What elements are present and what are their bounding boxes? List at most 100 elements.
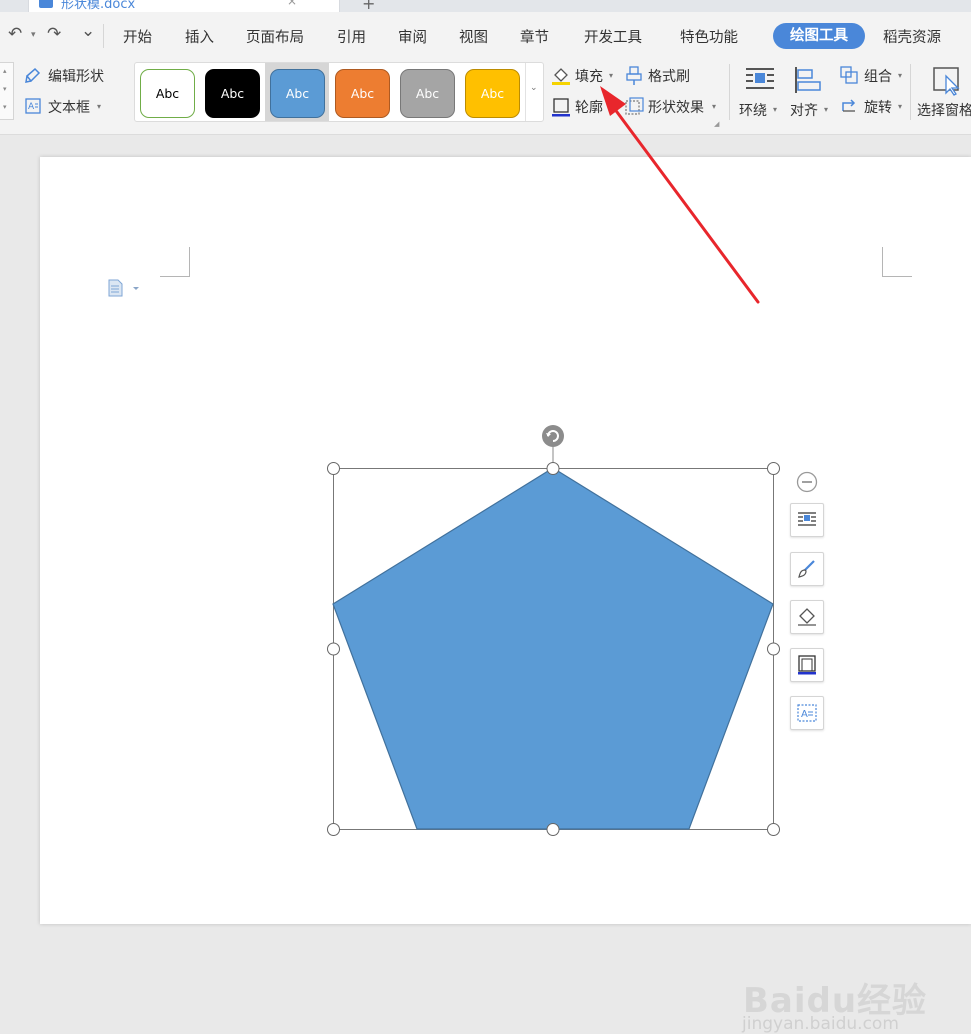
undo-icon[interactable]: ↶ [8,24,22,44]
textbox-icon: A [797,704,817,722]
tab-home[interactable]: 开始 [123,26,152,47]
scroll-up-icon[interactable]: ▴ [3,67,7,75]
text-box-label: 文本框 [48,100,90,116]
rotate-handle[interactable] [542,425,564,447]
selection-pane-button[interactable]: 选择窗格 [916,64,971,124]
resize-handle-top-right[interactable] [767,462,780,475]
ribbon-divider [910,64,911,120]
dialog-launcher-icon[interactable]: ◢ [714,120,719,128]
layout-options-button[interactable] [790,503,824,537]
scroll-down-icon[interactable]: ▾ [3,85,7,93]
rotate-icon [842,99,856,112]
document-tab[interactable]: 形状模.docx × [28,0,340,12]
resize-handle-left[interactable] [327,642,340,656]
gallery-expand-button[interactable]: ⌄ [525,63,543,121]
svg-text:A: A [28,102,35,112]
text-box-options-button[interactable]: A [790,696,824,730]
ribbon-toolbar: ▴ ▾ ▾ 编辑形状 ▾ A 文本框 ▾ Abc Abc Abc Abc Abc… [0,60,971,135]
new-tab-icon[interactable]: + [362,0,375,12]
shape-style-button[interactable] [790,552,824,586]
tab-view[interactable]: 视图 [459,26,488,47]
close-tab-icon[interactable]: × [287,0,297,8]
ribbon-divider [729,64,730,120]
style-swatch-gold[interactable]: Abc [465,69,520,118]
wrap-label: 环绕 [739,103,767,119]
resize-handle-right[interactable] [767,642,780,656]
fill-label: 填充 [575,69,603,85]
gallery-expand-icon: ⌄ [530,83,538,93]
brush-icon [798,560,815,578]
tab-docer-resources[interactable]: 稻壳资源 [883,26,941,47]
wrap-caret-icon: ▾ [773,105,778,114]
word-doc-icon [39,0,53,8]
ribbon-menu-bar: ↶ ▾ ↷ ⌄ 开始 插入 页面布局 引用 审阅 视图 章节 开发工具 特色功能… [0,12,971,60]
wrap-button[interactable]: 环绕 ▾ [737,64,783,124]
format-painter-label: 格式刷 [648,69,690,85]
group-icon [840,66,858,84]
margin-corner-top-right [882,247,912,277]
tab-review[interactable]: 审阅 [398,26,427,47]
outline-icon [798,655,816,675]
align-icon [795,67,821,93]
group-caret-icon: ▾ [898,71,903,80]
shape-fill-button[interactable] [790,600,824,634]
menu-divider [103,24,104,48]
align-caret-icon: ▾ [824,105,829,114]
rotate-caret-icon: ▾ [898,102,903,111]
redo-icon[interactable]: ↷ [47,24,61,44]
resize-handle-bottom-right[interactable] [767,823,780,836]
shape-effects-icon [625,97,644,115]
paragraph-layout-icon[interactable] [108,279,142,297]
undo-caret-icon[interactable]: ▾ [31,30,36,40]
resize-handle-bottom-left[interactable] [327,823,340,836]
shape-style-gallery: Abc Abc Abc Abc Abc Abc ⌄ [134,62,544,122]
watermark-url: jingyan.baidu.com [742,1014,899,1034]
outline-icon [552,98,570,117]
margin-corner-top-left [160,247,190,277]
text-box-caret-icon: ▾ [97,102,102,111]
tab-chapter[interactable]: 章节 [520,26,549,47]
shape-outline-button[interactable] [790,648,824,682]
group-label: 组合 [864,69,892,85]
style-swatch-blue[interactable]: Abc [270,69,325,118]
selection-pane-icon [933,67,960,96]
tab-drawing-tools[interactable]: 绘图工具 [773,23,865,49]
style-swatch-white[interactable]: Abc [140,69,195,118]
edit-shape-label: 编辑形状 [48,69,104,85]
tab-page-layout[interactable]: 页面布局 [246,26,304,47]
tab-developer[interactable]: 开发工具 [584,26,642,47]
document-tab-strip: 形状模.docx × + [0,0,971,12]
align-button[interactable]: 对齐 ▾ [788,64,834,124]
fill-caret-icon: ▾ [609,71,614,80]
shape-effects-label: 形状效果 [648,100,704,116]
fill-bucket-icon [798,608,816,626]
pentagon-shape[interactable] [332,467,774,830]
shape-gallery-scroll[interactable]: ▴ ▾ ▾ [0,62,14,120]
style-swatch-orange[interactable]: Abc [335,69,390,118]
outline-label: 轮廓 [575,100,603,116]
wrap-text-icon [746,68,774,89]
resize-handle-bottom[interactable] [546,823,560,836]
style-swatch-gray[interactable]: Abc [400,69,455,118]
align-label: 对齐 [790,103,818,119]
customize-quick-access-icon[interactable]: ⌄ [81,21,95,41]
svg-text:A: A [801,709,808,720]
style-swatch-black[interactable]: Abc [205,69,260,118]
resize-handle-top-left[interactable] [327,462,340,475]
resize-handle-top[interactable] [546,462,560,475]
collapse-icon[interactable] [796,471,818,493]
wrap-layout-icon [798,512,816,526]
scroll-more-icon[interactable]: ▾ [3,103,7,111]
rotate-label: 旋转 [864,100,892,116]
document-canvas: A Baidu经验 jingyan.baidu.com [0,135,971,1034]
fill-bucket-icon [552,68,570,85]
selection-pane-label: 选择窗格 [917,103,971,119]
tab-special-features[interactable]: 特色功能 [680,26,738,47]
shape-effects-caret-icon: ▾ [712,102,717,111]
tab-references[interactable]: 引用 [337,26,366,47]
format-painter-icon [626,66,642,85]
fill-button[interactable]: 填充 ▾ [551,66,617,86]
edit-shape-icon [25,67,41,83]
selected-shape[interactable] [320,420,790,840]
tab-insert[interactable]: 插入 [185,26,214,47]
